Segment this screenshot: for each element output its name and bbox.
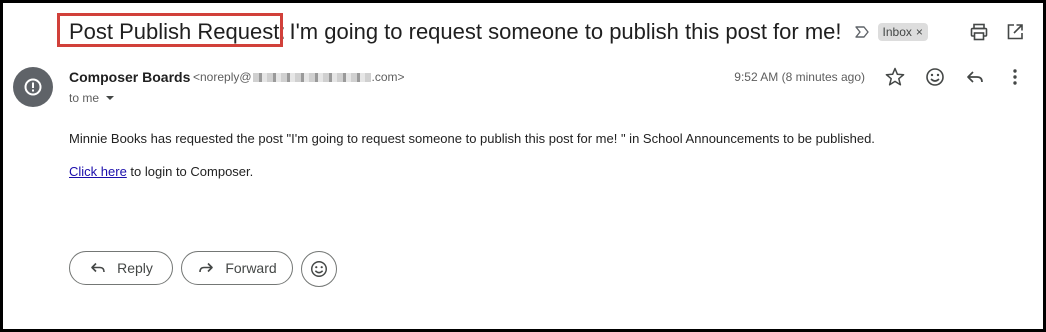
subject-prefix: Post Publish Request: — [57, 13, 286, 47]
inbox-label-badge[interactable]: Inbox × — [877, 23, 928, 41]
subject-prefix-text: Post Publish Request: — [69, 19, 286, 44]
star-icon[interactable] — [884, 66, 906, 88]
sender-email-suffix: .com> — [371, 70, 405, 84]
sender-name: Composer Boards — [69, 69, 191, 85]
recipient-label: to me — [69, 91, 100, 105]
recipient-details-toggle[interactable]: to me — [69, 91, 115, 105]
chevron-down-icon — [106, 96, 115, 100]
reply-icon[interactable] — [964, 66, 986, 88]
sender-avatar — [13, 67, 53, 107]
open-in-new-window-icon[interactable] — [1005, 22, 1025, 42]
reply-label: Reply — [117, 260, 153, 276]
reply-icon — [91, 262, 105, 273]
print-icon[interactable] — [969, 22, 989, 42]
forward-icon — [199, 262, 214, 273]
reply-button[interactable]: Reply — [69, 251, 173, 285]
redacted-domain — [252, 72, 371, 82]
emoji-react-button[interactable] — [301, 251, 337, 287]
label-arrow-icon[interactable] — [854, 24, 870, 40]
emoji-reaction-icon[interactable] — [924, 66, 946, 88]
more-vertical-icon[interactable] — [1004, 66, 1026, 88]
forward-button[interactable]: Forward — [181, 251, 293, 285]
emoji-reaction-icon — [311, 261, 327, 277]
message-body: Minnie Books has requested the post "I'm… — [69, 131, 875, 146]
sender-email-prefix: <noreply@ — [193, 70, 252, 84]
login-line: Click here to login to Composer. — [69, 164, 253, 179]
login-line-suffix: to login to Composer. — [126, 164, 254, 179]
inbox-label-text: Inbox — [882, 25, 912, 39]
subject-title: I'm going to request someone to publish … — [289, 19, 842, 44]
remove-label-button[interactable]: × — [916, 23, 923, 41]
timestamp: 9:52 AM (8 minutes ago) — [734, 70, 865, 84]
alert-circle-icon — [24, 78, 42, 96]
forward-label: Forward — [225, 260, 277, 276]
subject-row: Post Publish Request: I'm going to reque… — [57, 13, 928, 47]
login-link[interactable]: Click here — [69, 164, 127, 179]
sender-email: <noreply@ .com> — [193, 70, 405, 84]
